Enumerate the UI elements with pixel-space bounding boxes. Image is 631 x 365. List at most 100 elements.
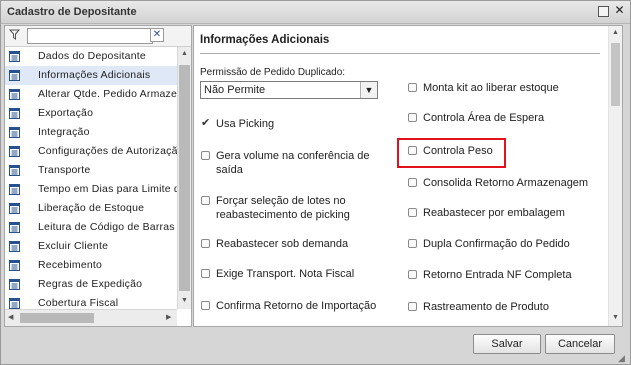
filter-icon[interactable]	[8, 29, 21, 43]
sidebar-item[interactable]: Informações Adicionais	[5, 66, 177, 85]
sidebar-item[interactable]: Cobertura Fiscal	[5, 294, 177, 309]
section-title: Informações Adicionais	[200, 34, 330, 46]
window-title: Cadastro de Depositante	[7, 6, 137, 18]
checkbox-label: Consolida Retorno Armazenagem	[423, 177, 589, 189]
content-vertical-scrollbar[interactable]: ▲ ▼	[608, 26, 622, 326]
document-icon	[9, 89, 20, 100]
sidebar-item-label: Tempo em Dias para Limite de	[38, 183, 177, 195]
checkbox-icon[interactable]	[408, 239, 417, 248]
scroll-thumb[interactable]	[179, 65, 190, 291]
checkbox-label: Controla Área de Espera	[423, 112, 545, 124]
sidebar-item-label: Liberação de Estoque	[38, 202, 145, 214]
sidebar-item-label: Dados do Depositante	[38, 50, 146, 62]
document-icon	[9, 298, 20, 309]
checkbox-label: Gera volume na conferência de saída	[216, 150, 370, 176]
sidebar-horizontal-scrollbar[interactable]: ◀ ▶	[5, 309, 177, 326]
document-icon	[9, 203, 20, 214]
scroll-left-icon[interactable]: ◀	[8, 313, 13, 321]
checkbox-label: Monta kit ao liberar estoque	[423, 82, 559, 94]
cancel-button[interactable]: Cancelar	[545, 334, 615, 354]
scroll-right-icon[interactable]: ▶	[166, 313, 171, 321]
dialog-footer: Salvar Cancelar	[1, 327, 630, 364]
duplicate-order-value: Não Permite	[204, 84, 266, 96]
close-icon[interactable]: ✕	[614, 4, 625, 17]
checkbox-icon[interactable]	[408, 302, 417, 311]
checkbox-icon[interactable]	[408, 113, 417, 122]
sidebar-item[interactable]: Regras de Expedição	[5, 275, 177, 294]
filter-bar: ✕	[5, 26, 191, 47]
duplicate-order-select[interactable]: Não Permite ▼	[200, 81, 378, 99]
checkbox-label: Exige Transport. Nota Fiscal	[216, 268, 355, 280]
document-icon	[9, 222, 20, 233]
document-icon	[9, 279, 20, 290]
sidebar-item-label: Excluir Cliente	[38, 240, 109, 252]
dialog-window: Cadastro de Depositante ✕ ✕ Dados do Dep…	[0, 0, 631, 365]
duplicate-order-label: Permissão de Pedido Duplicado:	[200, 67, 346, 78]
save-button[interactable]: Salvar	[473, 334, 541, 354]
checkbox-icon[interactable]	[201, 151, 210, 160]
document-icon	[9, 184, 20, 195]
sidebar-item[interactable]: Transporte	[5, 161, 177, 180]
sidebar-item[interactable]: Excluir Cliente	[5, 237, 177, 256]
sidebar-item-label: Integração	[38, 126, 90, 138]
sidebar-item[interactable]: Tempo em Dias para Limite de	[5, 180, 177, 199]
sidebar-item-label: Informações Adicionais	[38, 69, 151, 81]
sidebar-item[interactable]: Exportação	[5, 104, 177, 123]
scroll-up-icon[interactable]: ▲	[612, 29, 619, 36]
section-divider	[200, 53, 600, 54]
sidebar-menu: Dados do Depositante Informações Adiciona…	[5, 47, 177, 309]
scroll-down-icon[interactable]: ▼	[612, 314, 619, 321]
document-icon	[9, 165, 20, 176]
checkbox-label: Reabastecer por embalagem	[423, 207, 565, 219]
filter-input[interactable]	[27, 28, 153, 44]
clear-icon[interactable]: ✕	[150, 28, 164, 42]
checkbox-label: Forçar seleção de lotes no reabastecimen…	[216, 195, 350, 221]
chevron-down-icon[interactable]: ▼	[360, 82, 377, 98]
title-bar[interactable]: Cadastro de Depositante ✕	[1, 1, 630, 24]
document-icon	[9, 70, 20, 81]
sidebar-item[interactable]: Alterar Qtde. Pedido Armazenagem	[5, 85, 177, 104]
sidebar-item-label: Cobertura Fiscal	[38, 297, 119, 309]
checkbox-icon[interactable]	[201, 196, 210, 205]
sidebar-item-label: Exportação	[38, 107, 94, 119]
sidebar-item[interactable]: Integração	[5, 123, 177, 142]
document-icon	[9, 146, 20, 157]
sidebar-item-label: Alterar Qtde. Pedido Armazenagem	[38, 88, 177, 100]
sidebar: ✕ Dados do Depositante Informações Adicio…	[4, 25, 192, 327]
document-icon	[9, 241, 20, 252]
highlight-box	[397, 138, 506, 168]
sidebar-item[interactable]: Recebimento	[5, 256, 177, 275]
sidebar-item-label: Recebimento	[38, 259, 103, 271]
sidebar-item-label: Transporte	[38, 164, 91, 176]
sidebar-item-label: Regras de Expedição	[38, 278, 143, 290]
content-panel: Informações Adicionais Permissão de Pedi…	[193, 25, 623, 327]
checkbox-icon[interactable]	[201, 269, 210, 278]
checkbox-icon[interactable]	[408, 83, 417, 92]
scroll-down-icon[interactable]: ▼	[181, 297, 188, 304]
sidebar-vertical-scrollbar[interactable]: ▲ ▼	[177, 47, 191, 309]
checkbox-icon[interactable]	[408, 208, 417, 217]
checkbox-icon[interactable]	[408, 270, 417, 279]
sidebar-item[interactable]: Liberação de Estoque	[5, 199, 177, 218]
checkbox-label: Usa Picking	[216, 118, 275, 130]
document-icon	[9, 260, 20, 271]
sidebar-item-label: Leitura de Código de Barras	[38, 221, 175, 233]
scroll-up-icon[interactable]: ▲	[181, 50, 188, 57]
sidebar-item-label: Configurações de Autorização	[38, 145, 177, 157]
checkbox-checked-icon[interactable]: ✔	[201, 118, 210, 129]
sidebar-item[interactable]: Configurações de Autorização	[5, 142, 177, 161]
checkbox-label: Confirma Retorno de Importação	[216, 300, 377, 312]
checkbox-icon[interactable]	[201, 301, 210, 310]
checkbox-label: Rastreamento de Produto	[423, 301, 549, 313]
maximize-icon[interactable]	[598, 6, 609, 17]
scroll-thumb[interactable]	[20, 313, 94, 323]
document-icon	[9, 51, 20, 62]
document-icon	[9, 127, 20, 138]
scroll-thumb[interactable]	[611, 43, 620, 106]
checkbox-icon[interactable]	[201, 239, 210, 248]
checkbox-icon[interactable]	[408, 178, 417, 187]
sidebar-item[interactable]: Dados do Depositante	[5, 47, 177, 66]
sidebar-item[interactable]: Leitura de Código de Barras	[5, 218, 177, 237]
checkbox-label: Reabastecer sob demanda	[216, 238, 349, 250]
resize-grip-icon[interactable]: ◢	[618, 353, 625, 364]
